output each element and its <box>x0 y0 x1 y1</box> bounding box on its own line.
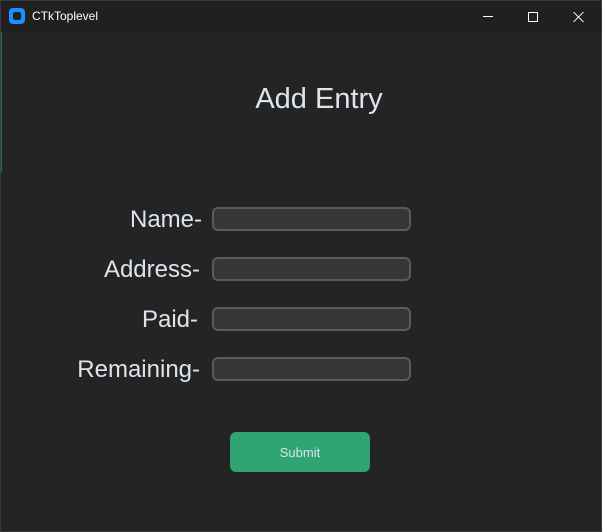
paid-label: Paid- <box>141 306 198 333</box>
address-label: Address- <box>103 256 200 283</box>
window-title: CTkToplevel <box>32 9 99 23</box>
submit-button[interactable]: Submit <box>230 432 370 472</box>
close-button[interactable] <box>556 1 602 32</box>
address-field[interactable] <box>212 257 411 281</box>
name-field[interactable] <box>212 207 411 231</box>
name-label: Name- <box>129 206 202 233</box>
remaining-field[interactable] <box>212 357 411 381</box>
minimize-button[interactable] <box>465 1 511 32</box>
maximize-button[interactable] <box>510 1 556 32</box>
app-window: CTkToplevel Add Entry Name- Address- Pai… <box>0 0 602 532</box>
title-bar[interactable]: CTkToplevel <box>1 1 601 32</box>
page-title: Add Entry <box>255 83 383 115</box>
close-icon <box>573 11 585 23</box>
maximize-icon <box>528 11 538 22</box>
paid-field[interactable] <box>212 307 411 331</box>
minimize-icon <box>483 16 493 17</box>
app-icon <box>9 8 25 24</box>
remaining-label: Remaining- <box>77 356 200 383</box>
